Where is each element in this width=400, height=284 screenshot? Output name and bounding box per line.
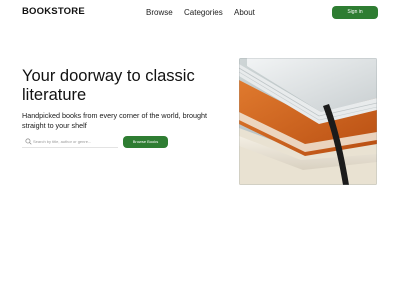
hero-subtitle: Handpicked books from every corner of th… [22, 111, 207, 130]
search-box[interactable] [22, 136, 118, 148]
search-input[interactable] [33, 137, 116, 146]
page: BOOKSTORE Browse Categories About Sign i… [0, 0, 400, 284]
nav-categories[interactable]: Categories [184, 7, 223, 19]
sign-in-button[interactable]: Sign in [332, 6, 378, 19]
search-icon [25, 138, 32, 145]
hero-title: Your doorway to classic literature [22, 67, 195, 104]
stack-of-books-photo-icon [239, 58, 377, 185]
nav-about[interactable]: About [234, 7, 255, 19]
nav-browse[interactable]: Browse [146, 7, 173, 19]
browse-books-button[interactable]: Browse Books [123, 136, 168, 148]
books-hero-image [239, 58, 377, 185]
site-logo[interactable]: BOOKSTORE [22, 6, 85, 18]
